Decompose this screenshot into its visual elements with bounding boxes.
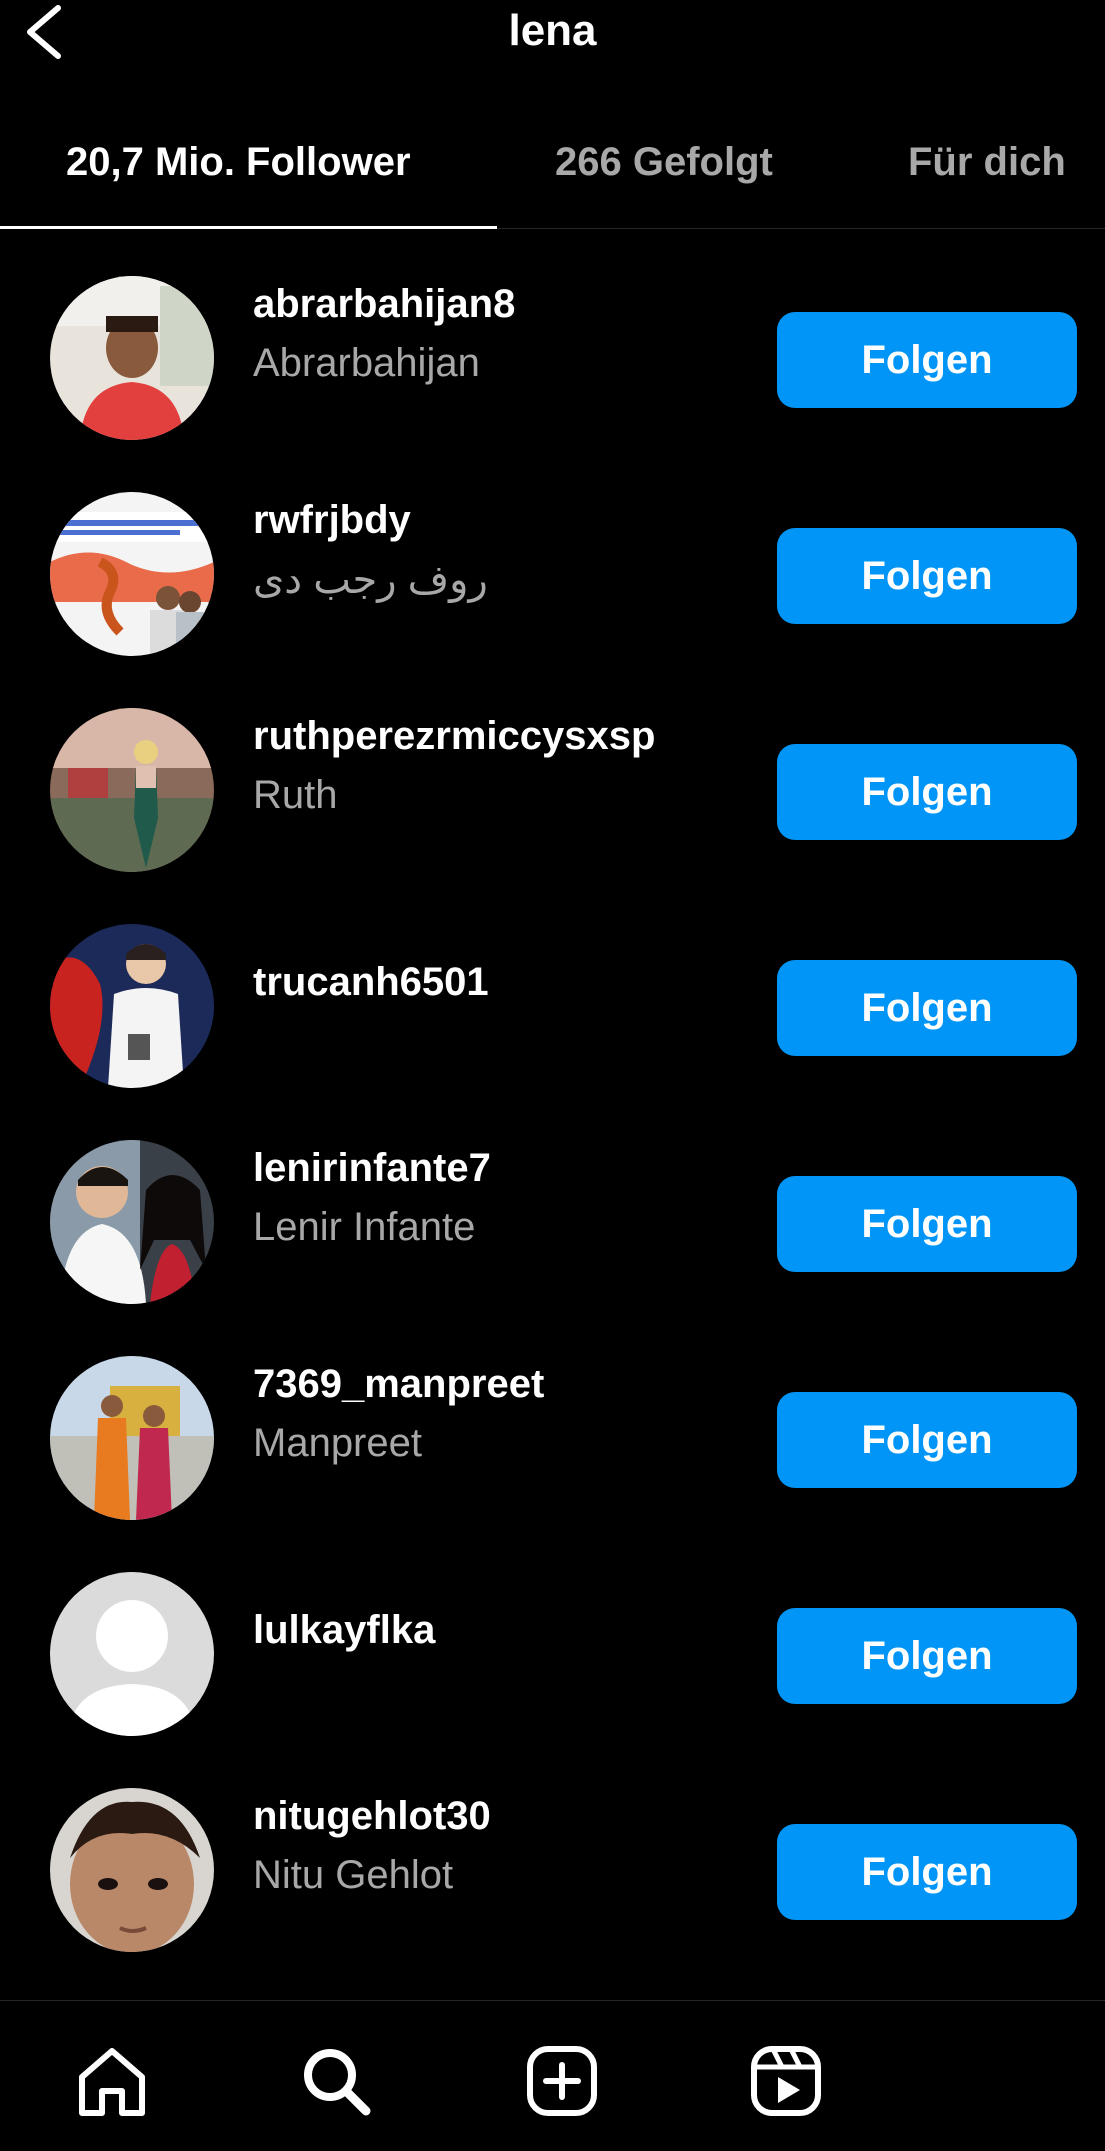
nav-search[interactable]	[298, 2043, 374, 2119]
list-item: lenirinfante7 Lenir Infante Folgen	[0, 1094, 1105, 1310]
list-item: ruthperezrmiccysxsp Ruth Folgen	[0, 662, 1105, 878]
avatar[interactable]	[50, 1356, 214, 1520]
username[interactable]: rwfrjbdy	[253, 498, 773, 543]
avatar[interactable]	[50, 924, 214, 1088]
list-item: lulkayflka Folgen	[0, 1526, 1105, 1742]
nav-home[interactable]	[74, 2043, 150, 2119]
full-name: Manpreet	[253, 1421, 422, 1465]
reels-icon	[751, 2046, 821, 2116]
avatar[interactable]	[50, 1140, 214, 1304]
list-item: trucanh6501 Folgen	[0, 878, 1105, 1094]
follow-button[interactable]: Folgen	[777, 1824, 1077, 1920]
top-bar: lena	[0, 0, 1105, 80]
page-title: lena	[508, 6, 597, 55]
full-name: Lenir Infante	[253, 1205, 476, 1249]
follow-button[interactable]: Folgen	[777, 312, 1077, 408]
full-name: Ruth	[253, 773, 338, 817]
tab-bar: 20,7 Mio. Follower 266 Gefolgt Für dich	[0, 110, 1105, 229]
home-icon	[79, 2048, 145, 2116]
avatar[interactable]	[50, 1788, 214, 1952]
username[interactable]: nitugehlot30	[253, 1794, 773, 1839]
user-names: lulkayflka	[253, 1608, 773, 1653]
user-names: 7369_manpreet Manpreet	[253, 1362, 773, 1466]
user-names: rwfrjbdy روف رجب دی	[253, 498, 773, 603]
list-item: rwfrjbdy روف رجب دی Folgen	[0, 446, 1105, 662]
follow-button[interactable]: Folgen	[777, 1608, 1077, 1704]
follow-button[interactable]: Folgen	[777, 1176, 1077, 1272]
user-names: abrarbahijan8 Abrarbahijan	[253, 282, 773, 386]
username[interactable]: lenirinfante7	[253, 1146, 773, 1191]
avatar[interactable]	[50, 276, 214, 440]
search-icon	[304, 2049, 371, 2116]
user-names: ruthperezrmiccysxsp Ruth	[253, 714, 773, 818]
active-tab-indicator	[0, 226, 497, 229]
full-name: Nitu Gehlot	[253, 1853, 454, 1897]
create-post-icon	[527, 2046, 597, 2116]
username[interactable]: ruthperezrmiccysxsp	[253, 714, 773, 759]
tab-following[interactable]: 266 Gefolgt	[555, 140, 773, 185]
follow-button[interactable]: Folgen	[777, 528, 1077, 624]
follow-button[interactable]: Folgen	[777, 744, 1077, 840]
follow-button[interactable]: Folgen	[777, 960, 1077, 1056]
username[interactable]: 7369_manpreet	[253, 1362, 773, 1407]
avatar[interactable]	[50, 1572, 214, 1736]
nav-reels[interactable]	[748, 2043, 824, 2119]
user-names: lenirinfante7 Lenir Infante	[253, 1146, 773, 1250]
tab-followers[interactable]: 20,7 Mio. Follower	[66, 140, 411, 185]
list-item: 7369_manpreet Manpreet Folgen	[0, 1310, 1105, 1526]
avatar[interactable]	[50, 708, 214, 872]
tab-for-you[interactable]: Für dich	[908, 140, 1066, 185]
list-item: abrarbahijan8 Abrarbahijan Folgen	[0, 230, 1105, 446]
nav-create[interactable]	[524, 2043, 600, 2119]
follow-button[interactable]: Folgen	[777, 1392, 1077, 1488]
avatar[interactable]	[50, 492, 214, 656]
username[interactable]: abrarbahijan8	[253, 282, 773, 327]
full-name: روف رجب دی	[253, 558, 488, 602]
username[interactable]: trucanh6501	[253, 960, 773, 1005]
user-names: nitugehlot30 Nitu Gehlot	[253, 1794, 773, 1898]
username[interactable]: lulkayflka	[253, 1608, 773, 1653]
list-item: nitugehlot30 Nitu Gehlot Folgen	[0, 1742, 1105, 1958]
default-avatar-icon	[50, 1572, 214, 1736]
user-names: trucanh6501	[253, 960, 773, 1005]
full-name: Abrarbahijan	[253, 341, 480, 385]
bottom-navigation	[0, 2000, 1105, 2151]
